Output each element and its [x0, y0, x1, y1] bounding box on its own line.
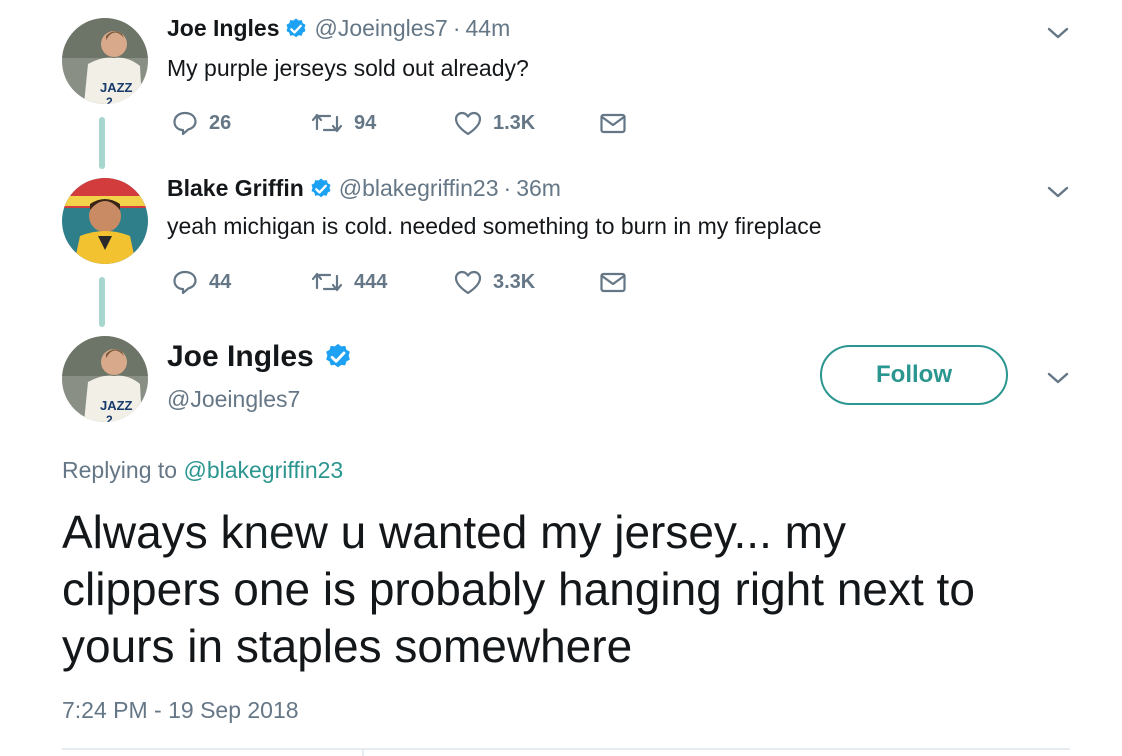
- replying-to-label: Replying to: [62, 457, 178, 483]
- separator-dot: ·: [503, 175, 512, 201]
- reply-icon: [173, 270, 197, 295]
- tweet-text: My purple jerseys sold out already?: [167, 55, 529, 81]
- retweet-icon: [311, 113, 343, 133]
- action-bar: 44 444 3.3K: [171, 267, 628, 297]
- tweet-text: Always knew u wanted my jersey... my cli…: [62, 504, 1102, 675]
- chevron-down-icon[interactable]: [1045, 24, 1071, 42]
- replying-to-link[interactable]: @blakegriffin23: [183, 457, 343, 483]
- reply-icon: [173, 111, 197, 136]
- svg-text:2: 2: [106, 413, 113, 422]
- replying-to: Replying to @blakegriffin23: [62, 457, 343, 484]
- tweet-text-line: Always knew u wanted my jersey... my: [62, 506, 846, 558]
- tweet-text-line: clippers one is probably hanging right n…: [62, 563, 975, 615]
- divider: [362, 748, 364, 756]
- retweet-icon: [311, 272, 343, 292]
- svg-text:JAZZ: JAZZ: [100, 398, 133, 413]
- avatar[interactable]: [62, 178, 148, 264]
- tweet-header: Joe Ingles @Joeingles7 · 44m: [167, 15, 510, 42]
- username[interactable]: @Joeingles7: [314, 15, 447, 42]
- separator-dot: ·: [452, 15, 461, 41]
- avatar[interactable]: JAZZ 2: [62, 18, 148, 104]
- thread-connector: [99, 277, 105, 327]
- retweet-button[interactable]: 444: [310, 268, 453, 296]
- direct-message-button[interactable]: [598, 109, 628, 137]
- timestamp[interactable]: 7:24 PM - 19 Sep 2018: [62, 697, 299, 724]
- tweet-text: yeah michigan is cold. needed something …: [167, 213, 822, 239]
- heart-icon: [454, 270, 482, 295]
- verified-badge-icon: [311, 178, 331, 197]
- reply-button[interactable]: 44: [171, 268, 310, 296]
- like-count: 3.3K: [493, 270, 536, 293]
- chevron-down-icon[interactable]: [1045, 369, 1071, 387]
- envelope-icon: [600, 113, 626, 134]
- tweet-text-line: yours in staples somewhere: [62, 620, 633, 672]
- display-name[interactable]: Joe Ingles: [167, 15, 279, 42]
- reply-count: 26: [209, 111, 232, 134]
- retweet-count: 94: [354, 111, 377, 134]
- direct-message-button[interactable]: [598, 268, 628, 296]
- like-button[interactable]: 1.3K: [453, 109, 598, 137]
- reply-count: 44: [209, 270, 232, 293]
- relative-time[interactable]: 44m: [465, 15, 510, 42]
- display-name[interactable]: Blake Griffin: [167, 175, 304, 202]
- verified-badge-icon: [286, 18, 306, 37]
- chevron-down-icon[interactable]: [1045, 183, 1071, 201]
- like-count: 1.3K: [493, 111, 536, 134]
- envelope-icon: [600, 272, 626, 293]
- relative-time[interactable]: 36m: [516, 175, 561, 202]
- tweet-header: Blake Griffin @blakegriffin23 · 36m: [167, 175, 561, 202]
- follow-button[interactable]: Follow: [820, 345, 1008, 405]
- svg-text:2: 2: [106, 95, 113, 104]
- avatar[interactable]: JAZZ 2: [62, 336, 148, 422]
- svg-text:JAZZ: JAZZ: [100, 80, 133, 95]
- thread-connector: [99, 117, 105, 169]
- retweet-button[interactable]: 94: [310, 109, 453, 137]
- verified-badge-icon: [325, 343, 350, 368]
- display-name[interactable]: Joe Ingles: [167, 340, 359, 374]
- like-button[interactable]: 3.3K: [453, 268, 598, 296]
- reply-button[interactable]: 26: [171, 109, 310, 137]
- heart-icon: [454, 111, 482, 136]
- username[interactable]: @Joeingles7: [167, 386, 300, 413]
- display-name-text: Joe Ingles: [167, 340, 314, 373]
- retweet-count: 444: [354, 270, 388, 293]
- divider: [62, 748, 1070, 750]
- action-bar: 26 94 1.3K: [171, 108, 628, 138]
- username[interactable]: @blakegriffin23: [339, 175, 499, 202]
